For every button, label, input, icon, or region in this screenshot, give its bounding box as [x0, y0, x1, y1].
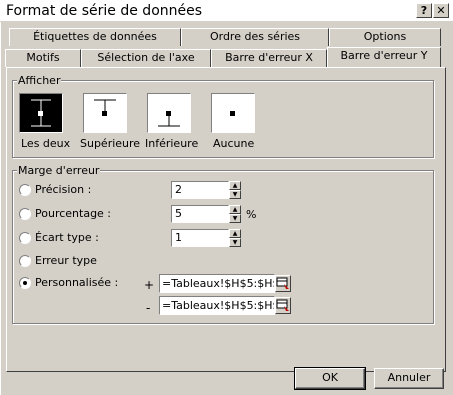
afficher-legend: Afficher — [17, 74, 62, 87]
tab-panel: Afficher Les deux Supérieure Inférieure … — [6, 67, 446, 372]
close-button[interactable]: ✕ — [433, 3, 449, 18]
percent-unit: % — [246, 208, 257, 221]
error-bar-plus-icon — [94, 99, 116, 116]
tab-ordre-series[interactable]: Ordre des séries — [181, 28, 329, 46]
window-title: Format de série de données — [6, 3, 203, 19]
tab-motifs[interactable]: Motifs — [5, 49, 81, 67]
display-minus-label: Inférieure — [145, 137, 199, 150]
minus-sign: - — [146, 301, 151, 315]
marge-group: Marge d'erreur Précision : 2 ▲ ▼ Pourcen… — [12, 164, 434, 324]
display-both-label: Les deux — [21, 137, 71, 150]
tab-selection-axe[interactable]: Sélection de l'axe — [81, 49, 211, 67]
precision-input[interactable]: 2 — [171, 181, 229, 199]
precision-spinner[interactable]: ▲ ▼ — [229, 181, 241, 199]
close-icon: ✕ — [436, 4, 446, 17]
tab-options[interactable]: Options — [329, 28, 441, 46]
collapse-dialog-button[interactable] — [275, 275, 291, 292]
display-both-option[interactable] — [19, 93, 63, 133]
pourcentage-label: Pourcentage : — [35, 207, 112, 220]
title-bar: Format de série de données ? ✕ — [0, 0, 453, 22]
ecart-type-radio[interactable] — [19, 232, 31, 244]
spin-down-icon[interactable]: ▼ — [229, 190, 241, 199]
display-plus-label: Supérieure — [80, 137, 141, 150]
cancel-button[interactable]: Annuler — [374, 368, 444, 389]
ecart-type-spinner[interactable]: ▲ ▼ — [229, 229, 241, 247]
spin-down-icon[interactable]: ▼ — [229, 214, 241, 223]
spin-down-icon[interactable]: ▼ — [229, 238, 241, 247]
marge-legend: Marge d'erreur — [17, 164, 101, 177]
pourcentage-spinner[interactable]: ▲ ▼ — [229, 205, 241, 223]
pourcentage-input[interactable]: 5 — [171, 205, 229, 223]
range-select-icon — [276, 277, 289, 289]
error-bar-both-icon — [31, 99, 51, 127]
help-button[interactable]: ? — [416, 3, 432, 18]
afficher-group: Afficher Les deux Supérieure Inférieure … — [12, 74, 434, 158]
tab-barre-x[interactable]: Barre d'erreur X — [211, 49, 327, 67]
personnalisee-radio[interactable] — [19, 277, 31, 289]
display-none-label: Aucune — [213, 137, 255, 150]
pourcentage-radio[interactable] — [19, 208, 31, 220]
display-none-option[interactable] — [211, 93, 255, 133]
spin-up-icon[interactable]: ▲ — [229, 205, 241, 214]
tab-etiquettes[interactable]: Étiquettes de données — [9, 28, 181, 46]
ok-button[interactable]: OK — [294, 367, 366, 390]
help-icon: ? — [420, 4, 428, 17]
radio-selected-dot — [23, 281, 27, 285]
ecart-type-input[interactable]: 1 — [171, 229, 229, 247]
erreur-type-label: Erreur type — [35, 254, 97, 267]
range-select-icon — [276, 299, 289, 311]
precision-radio[interactable] — [19, 184, 31, 196]
error-bar-none-icon — [230, 111, 235, 116]
spin-up-icon[interactable]: ▲ — [229, 229, 241, 238]
tab-barre-y[interactable]: Barre d'erreur Y — [327, 47, 441, 67]
minus-range-input[interactable]: =Tableaux!$H$5:$H$9 — [159, 296, 275, 315]
spin-up-icon[interactable]: ▲ — [229, 181, 241, 190]
erreur-type-radio[interactable] — [19, 255, 31, 267]
display-minus-option[interactable] — [147, 93, 191, 133]
plus-range-input[interactable]: =Tableaux!$H$5:$H$9 — [159, 274, 275, 293]
display-plus-option[interactable] — [83, 93, 127, 133]
precision-label: Précision : — [35, 183, 92, 196]
ecart-type-label: Écart type : — [35, 231, 99, 244]
collapse-dialog-button[interactable] — [275, 297, 291, 314]
dialog-body: Étiquettes de données Ordre des séries O… — [0, 22, 453, 395]
error-bar-minus-icon — [158, 111, 180, 127]
personnalisee-label: Personnalisée : — [35, 276, 119, 289]
plus-sign: + — [144, 278, 155, 292]
